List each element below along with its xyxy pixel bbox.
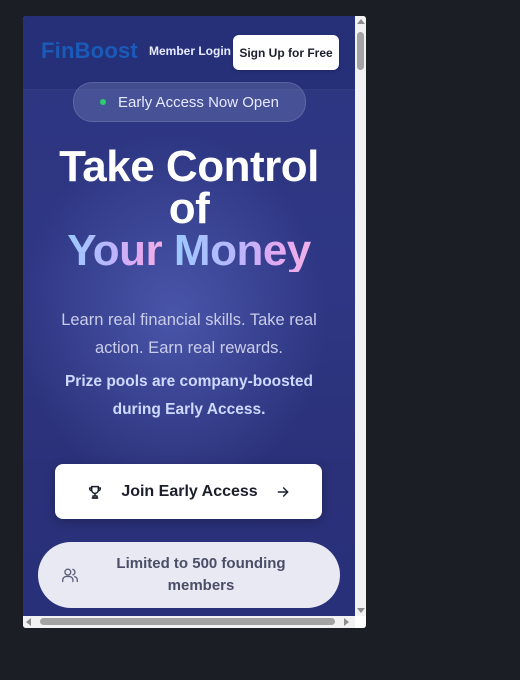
hero-headline: Take Control of Your Money [23,142,355,275]
hero-line-1: Take Control [59,142,319,191]
scroll-up-icon[interactable] [357,19,365,24]
hero-line-2: of [168,184,210,233]
join-early-access-button[interactable]: Join Early Access [55,464,322,519]
founding-members-label: Limited to 500 founding members [116,555,286,594]
page-viewport: FinBoost Member Login Sign Up for Free E… [23,16,355,616]
horizontal-scrollbar[interactable] [23,616,355,628]
join-early-access-label: Join Early Access [121,482,258,500]
browser-window: FinBoost Member Login Sign Up for Free E… [23,16,366,628]
early-access-badge-label: Early Access Now Open [118,93,279,111]
navbar: FinBoost Member Login Sign Up for Free [23,16,355,90]
scroll-left-icon[interactable] [26,618,31,626]
horizontal-scroll-thumb[interactable] [40,618,335,625]
founding-members-notice: Limited to 500 founding members [38,542,340,608]
signup-button[interactable]: Sign Up for Free [233,35,339,70]
scrollbar-corner [355,616,366,628]
hero-highlight: Prize pools are company-boosted during E… [64,373,314,418]
scroll-down-icon[interactable] [357,608,365,613]
hero-accent-word-2: Money [173,226,311,275]
users-icon [62,568,78,583]
vertical-scroll-thumb[interactable] [357,32,364,70]
hero-subtitle: Learn real financial skills. Take real a… [61,311,317,357]
trophy-icon [89,485,102,499]
arrow-right-icon [277,486,289,497]
logo[interactable]: FinBoost [41,38,138,64]
hero-accent-word-1: Your [67,226,163,275]
vertical-scrollbar[interactable] [355,16,366,616]
early-access-badge: Early Access Now Open [73,82,306,122]
status-dot-icon [100,99,107,105]
member-login-link[interactable]: Member Login [149,44,231,58]
hero-line-3: Your Money [23,226,355,275]
scroll-right-icon[interactable] [344,618,349,626]
